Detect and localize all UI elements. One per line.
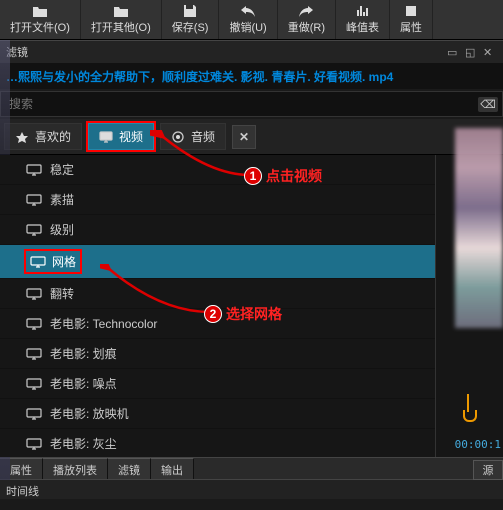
- effect-label: 稳定: [50, 161, 74, 178]
- effect-label: 老电影: 放映机: [50, 405, 129, 422]
- bottom-tab-playlist[interactable]: 播放列表: [43, 458, 108, 479]
- effect-label: 翻转: [50, 285, 74, 302]
- bottom-tab-filters[interactable]: 滤镜: [108, 458, 151, 479]
- source-button[interactable]: 源: [473, 460, 503, 480]
- effect-label: 网格: [52, 253, 76, 270]
- tab-label: 音频: [191, 128, 215, 145]
- toolbar-label: 保存(S): [172, 19, 209, 35]
- preview-thumbnail: [455, 128, 503, 328]
- search-input[interactable]: [5, 95, 478, 113]
- tab-close-button[interactable]: ✕: [232, 125, 256, 149]
- tab-favorites[interactable]: 喜欢的: [4, 123, 82, 150]
- tab-audio[interactable]: 音频: [160, 123, 226, 150]
- effect-label: 素描: [50, 191, 74, 208]
- effect-label: 老电影: Technocolor: [50, 315, 157, 332]
- open-file-button[interactable]: 打开文件(O): [0, 0, 81, 39]
- effect-item-4[interactable]: 翻转: [0, 279, 435, 309]
- effect-label: 老电影: 灰尘: [50, 435, 117, 452]
- toolbar-label: 峰值表: [346, 19, 379, 35]
- popout-icon[interactable]: ◱: [465, 46, 479, 58]
- toolbar-label: 打开其他(O): [91, 19, 151, 35]
- save-button[interactable]: 保存(S): [162, 0, 220, 39]
- tab-label: 喜欢的: [35, 128, 71, 145]
- effect-item-7[interactable]: 老电影: 噪点: [0, 369, 435, 399]
- effect-item-3[interactable]: 网格: [0, 245, 435, 279]
- tab-video[interactable]: 视频: [88, 123, 154, 150]
- filter-panel-header: 滤镜 ▭ ◱ ✕: [0, 40, 503, 64]
- effect-item-6[interactable]: 老电影: 划痕: [0, 339, 435, 369]
- open-other-button[interactable]: 打开其他(O): [81, 0, 162, 39]
- toolbar-label: 重做(R): [288, 19, 325, 35]
- effect-item-0[interactable]: 稳定: [0, 155, 435, 185]
- tab-label: 视频: [119, 128, 143, 145]
- effect-item-8[interactable]: 老电影: 放映机: [0, 399, 435, 429]
- toolbar-label: 属性: [400, 19, 422, 35]
- dock-icon[interactable]: ▭: [447, 46, 461, 58]
- effects-list-container: 稳定素描级别网格翻转老电影: Technocolor 老电影: 划痕老电影: 噪点…: [0, 155, 503, 457]
- bottom-tab-output[interactable]: 输出: [151, 458, 194, 479]
- search-clear-icon[interactable]: ⌫: [478, 97, 498, 112]
- timeline-label: 时间线: [0, 479, 503, 499]
- effect-item-5[interactable]: 老电影: Technocolor: [0, 309, 435, 339]
- search-bar: ⌫: [0, 91, 503, 117]
- effect-item-1[interactable]: 素描: [0, 185, 435, 215]
- effect-item-2[interactable]: 级别: [0, 215, 435, 245]
- effect-label: 级别: [50, 221, 74, 238]
- redo-button[interactable]: 重做(R): [278, 0, 336, 39]
- effect-label: 老电影: 噪点: [50, 375, 117, 392]
- peak-table-button[interactable]: 峰值表: [336, 0, 390, 39]
- undo-button[interactable]: 撤销(U): [219, 0, 277, 39]
- toolbar-label: 撤销(U): [229, 19, 266, 35]
- toolbar-label: 打开文件(O): [10, 19, 70, 35]
- timeline-marker[interactable]: [463, 394, 473, 422]
- current-file-title: …熙熙与发小的全力帮助下，顺利度过难关. 影视. 青春片. 好看视频. mp4: [0, 64, 503, 89]
- timecode-display: 00:00:1: [455, 438, 501, 451]
- effect-label: 老电影: 划痕: [50, 345, 117, 362]
- properties-button[interactable]: 属性: [390, 0, 433, 39]
- filter-category-tabs: 喜欢的 视频 音频 ✕: [0, 119, 503, 155]
- main-toolbar: 打开文件(O) 打开其他(O) 保存(S) 撤销(U) 重做(R) 峰值表 属性: [0, 0, 503, 40]
- close-panel-icon[interactable]: ✕: [483, 46, 497, 58]
- bottom-panel-tabs: 属性 播放列表 滤镜 输出: [0, 457, 503, 479]
- effect-item-9[interactable]: 老电影: 灰尘: [0, 429, 435, 457]
